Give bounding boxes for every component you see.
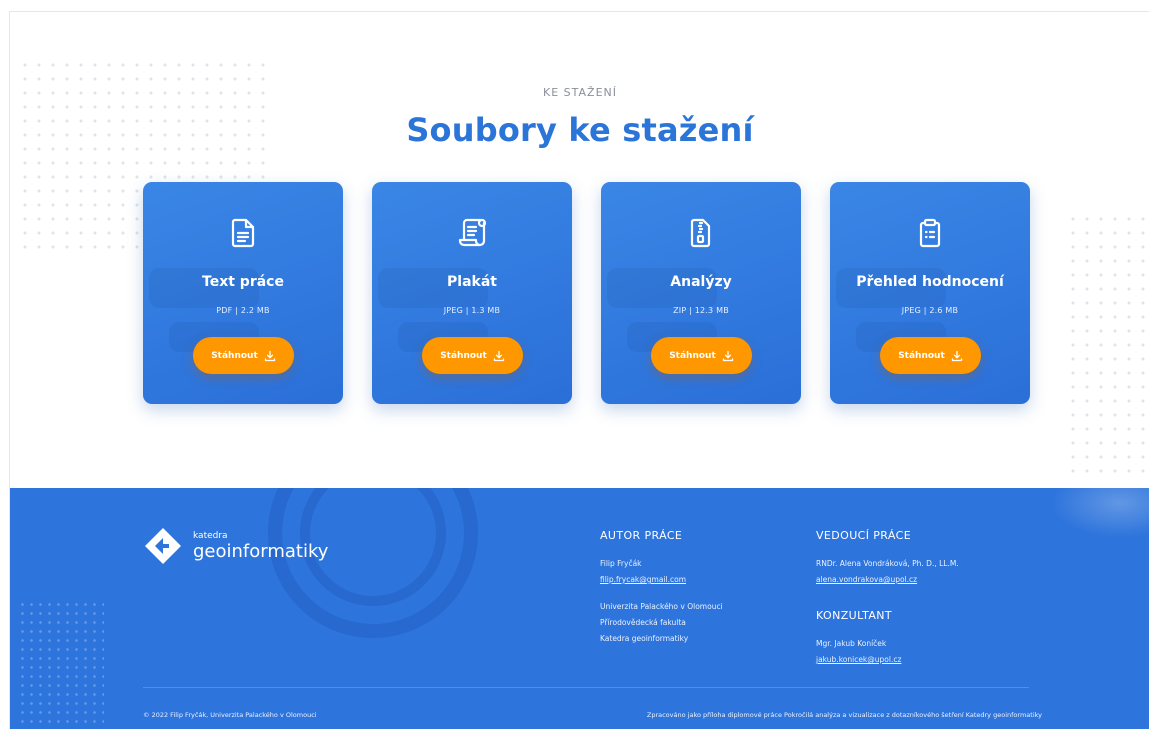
site-footer: katedra geoinformatiky AUTOR PRÁCE Filip… xyxy=(10,488,1149,729)
card-file-info: JPEG | 1.3 MB xyxy=(443,306,501,315)
download-card-evaluation: Přehled hodnocení JPEG | 2.6 MB Stáhnout xyxy=(830,182,1030,404)
download-card-text: Text práce PDF | 2.2 MB Stáhnout xyxy=(143,182,343,404)
faculty-name: Přírodovědecká fakulta xyxy=(600,618,686,627)
consultant-info: KONZULTANT Mgr. Jakub Koníček jakub.koni… xyxy=(816,609,901,668)
supervisor-heading: VEDOUCÍ PRÁCE xyxy=(816,529,912,542)
footer-divider xyxy=(143,687,1029,688)
author-heading: AUTOR PRÁCE xyxy=(600,529,683,542)
download-button-label: Stáhnout xyxy=(211,350,258,361)
author-info: AUTOR PRÁCE Filip Fryčák filip.frycak@gm… xyxy=(600,529,723,647)
geoinformatics-logo-icon xyxy=(145,528,181,564)
card-file-info: ZIP | 12.3 MB xyxy=(673,306,729,315)
card-title: Analýzy xyxy=(670,274,732,290)
author-name: Filip Fryčák xyxy=(600,559,642,568)
clipboard-icon xyxy=(830,216,1030,250)
section-title: Soubory ke stažení xyxy=(406,111,754,149)
page: KE STAŽENÍ Soubory ke stažení Text práce… xyxy=(9,11,1149,729)
logo-title: geoinformatiky xyxy=(193,540,329,562)
card-file-info: JPEG | 2.6 MB xyxy=(901,306,959,315)
copyright-text: © 2022 Filip Fryčák, Univerzita Palackéh… xyxy=(143,711,317,719)
supervisor-info: VEDOUCÍ PRÁCE RNDr. Alena Vondráková, Ph… xyxy=(816,529,959,588)
download-icon xyxy=(493,350,504,361)
download-button-label: Stáhnout xyxy=(669,350,716,361)
document-icon xyxy=(143,216,343,250)
download-button[interactable]: Stáhnout xyxy=(880,337,981,374)
consultant-name: Mgr. Jakub Koníček xyxy=(816,639,887,648)
download-icon xyxy=(951,350,962,361)
card-title: Přehled hodnocení xyxy=(856,274,1004,290)
download-icon xyxy=(722,350,733,361)
department-logo[interactable]: katedra geoinformatiky xyxy=(143,526,328,566)
card-file-info: PDF | 2.2 MB xyxy=(216,306,270,315)
thesis-note: Zpracováno jako příloha diplomové práce … xyxy=(646,711,1042,719)
consultant-heading: KONZULTANT xyxy=(816,609,893,622)
supervisor-name: RNDr. Alena Vondráková, Ph. D., LL.M. xyxy=(816,559,959,568)
card-title: Plakát xyxy=(447,274,497,290)
zip-file-icon xyxy=(601,216,801,250)
university-name: Univerzita Palackého v Olomouci xyxy=(600,602,723,611)
dot-pattern xyxy=(1066,212,1149,482)
download-icon xyxy=(264,350,275,361)
download-button[interactable]: Stáhnout xyxy=(651,337,752,374)
section-eyebrow: KE STAŽENÍ xyxy=(543,86,617,99)
logo-caption: katedra xyxy=(193,530,228,541)
department-name: Katedra geoinformatiky xyxy=(600,634,689,643)
scroll-icon xyxy=(372,216,572,250)
download-button-label: Stáhnout xyxy=(440,350,487,361)
author-email-link[interactable]: filip.frycak@gmail.com xyxy=(600,572,723,588)
download-button-label: Stáhnout xyxy=(898,350,945,361)
download-cards: Text práce PDF | 2.2 MB Stáhnout Plakát … xyxy=(143,182,1030,404)
consultant-email-link[interactable]: jakub.konicek@upol.cz xyxy=(816,652,901,668)
download-button[interactable]: Stáhnout xyxy=(422,337,523,374)
supervisor-email-link[interactable]: alena.vondrakova@upol.cz xyxy=(816,572,959,588)
download-button[interactable]: Stáhnout xyxy=(193,337,294,374)
download-card-analyses: Analýzy ZIP | 12.3 MB Stáhnout xyxy=(601,182,801,404)
download-card-poster: Plakát JPEG | 1.3 MB Stáhnout xyxy=(372,182,572,404)
card-title: Text práce xyxy=(202,274,284,290)
